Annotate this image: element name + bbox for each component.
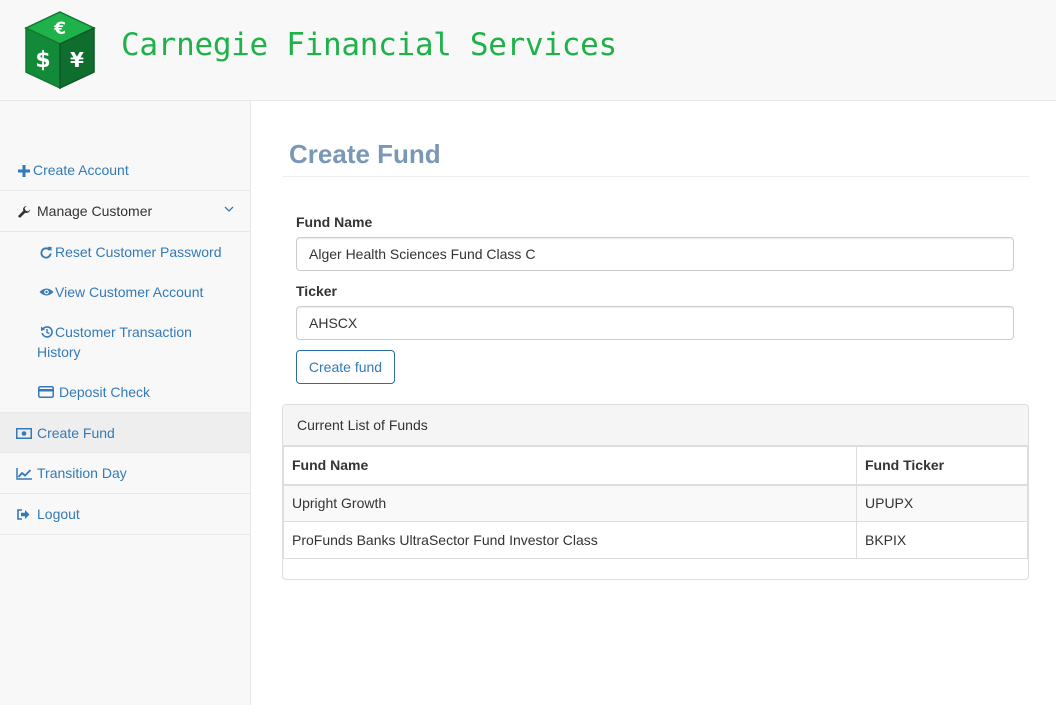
funds-panel: Current List of Funds Fund Name Fund Tic… [282, 404, 1029, 580]
sidebar-item-label: Manage Customer [37, 203, 153, 219]
line-chart-icon [16, 468, 32, 480]
fund-name-input[interactable] [296, 237, 1014, 271]
column-header-fund-ticker: Fund Ticker [856, 446, 1028, 486]
money-icon [16, 428, 32, 439]
currency-cube-icon[interactable]: € $ ¥ [24, 10, 96, 90]
ticker-label: Ticker [296, 283, 337, 299]
page-title: Create Fund [289, 139, 441, 169]
plus-icon [18, 165, 30, 177]
sidebar-item-transition-day[interactable]: Transition Day [0, 453, 250, 494]
chevron-down-icon[interactable] [224, 205, 234, 213]
table-cell-fund-ticker: UPUPX [856, 484, 1028, 522]
create-fund-button[interactable]: Create fund [296, 350, 395, 384]
table-cell-fund-name: Upright Growth [283, 484, 857, 522]
sidebar-subitem-deposit-check[interactable]: Deposit Check [0, 382, 250, 402]
fund-name-label: Fund Name [296, 214, 373, 230]
brand-title: Carnegie Financial Services [121, 27, 617, 63]
refresh-icon [40, 246, 52, 259]
table-cell-fund-ticker: BKPIX [856, 521, 1028, 559]
title-divider [282, 176, 1029, 177]
sidebar-subitem-view-account[interactable]: View Customer Account [0, 282, 250, 302]
sidebar-subitem-label: Customer Transaction History [37, 324, 192, 360]
sidebar-item-label: Transition Day [37, 465, 127, 481]
sidebar-item-label: Logout [37, 506, 80, 522]
ticker-input[interactable] [296, 306, 1014, 340]
wrench-icon [18, 206, 30, 218]
sidebar-item-create-fund[interactable]: Create Fund [0, 412, 250, 453]
eye-icon [39, 288, 54, 296]
credit-card-icon [38, 386, 54, 398]
sign-out-icon [17, 509, 30, 520]
table-row: ProFunds Banks UltraSector Fund Investor… [283, 521, 1028, 559]
sidebar-item-manage-customer[interactable]: Manage Customer [0, 191, 250, 232]
top-header: € $ ¥ Carnegie Financial Services [0, 0, 1056, 101]
column-header-fund-name: Fund Name [283, 446, 857, 486]
sidebar-item-create-account[interactable]: Create Account [0, 150, 250, 191]
table-row: Upright Growth UPUPX [283, 484, 1028, 522]
table-header-row: Fund Name Fund Ticker [283, 446, 1028, 486]
sidebar-subitem-label: Deposit Check [59, 384, 151, 400]
sidebar-item-label: Create Fund [37, 425, 115, 441]
panel-heading: Current List of Funds [283, 405, 1028, 446]
svg-text:€: € [53, 19, 66, 39]
table-cell-fund-name: ProFunds Banks UltraSector Fund Investor… [283, 521, 857, 559]
svg-text:¥: ¥ [70, 48, 84, 72]
sidebar-subitem-label: View Customer Account [55, 284, 204, 300]
panel-title: Current List of Funds [297, 417, 428, 433]
funds-table: Fund Name Fund Ticker Upright Growth UPU… [283, 446, 1028, 559]
sidebar-item-logout[interactable]: Logout [0, 494, 250, 535]
sidebar-subitem-label: Reset Customer Password [55, 244, 222, 260]
svg-text:$: $ [35, 48, 50, 73]
sidebar-item-label: Create Account [33, 162, 129, 178]
sidebar-subitem-reset-password[interactable]: Reset Customer Password [0, 242, 250, 262]
sidebar-subitem-transaction-history[interactable]: Customer Transaction History [0, 322, 250, 362]
